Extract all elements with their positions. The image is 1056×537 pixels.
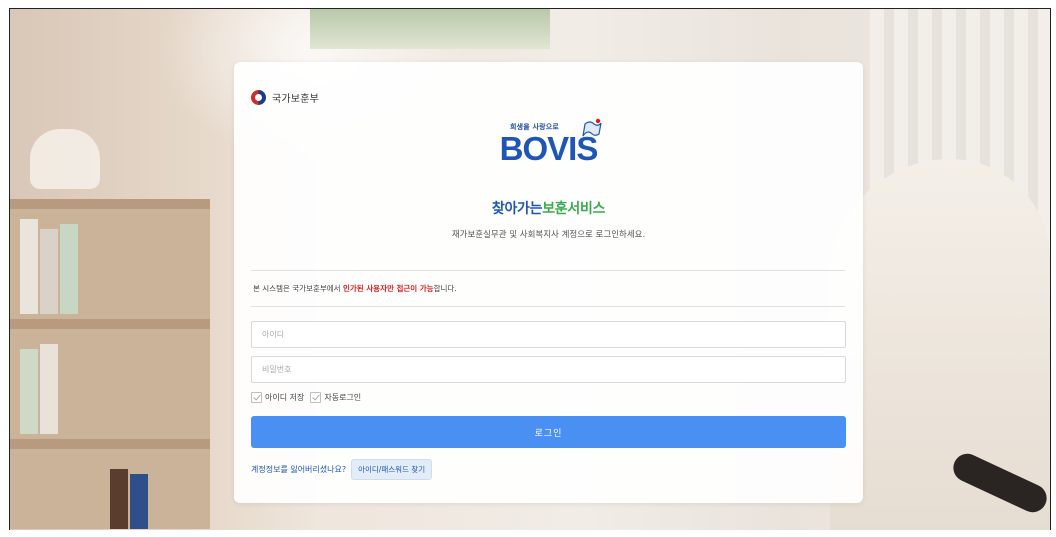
service-title: 찾아가는보훈서비스 xyxy=(234,198,863,218)
browser-viewport: 국가보훈부 희생을 사랑으로 BOVIS 찾아가는보훈서비스 재가보훈실무관 및… xyxy=(9,8,1051,530)
notice-highlight: 인가된 사용자만 접근이 가능 xyxy=(342,284,434,293)
auto-login-checkbox[interactable]: 자동로그인 xyxy=(310,392,361,403)
ministry-name: 국가보훈부 xyxy=(272,94,319,105)
background-bookshelf xyxy=(10,199,210,529)
checkbox-box[interactable] xyxy=(310,392,322,403)
book xyxy=(20,219,38,314)
book xyxy=(40,229,58,314)
ministry-logo[interactable]: 국가보훈부 xyxy=(251,90,319,105)
shelf-board xyxy=(10,199,210,209)
flag-icon xyxy=(582,118,602,137)
service-description: 재가보훈실무관 및 사회복지사 계정으로 로그인하세요. xyxy=(451,230,646,240)
book xyxy=(110,469,128,529)
shelf-board xyxy=(10,319,210,329)
login-card: 국가보훈부 희생을 사랑으로 BOVIS 찾아가는보훈서비스 재가보훈실무관 및… xyxy=(234,62,863,503)
login-button[interactable]: 로그인 xyxy=(251,416,846,448)
notice-prefix: 본 시스템은 국가보훈부에서 xyxy=(253,284,343,293)
service-title-part2: 보훈서비스 xyxy=(542,201,606,217)
divider xyxy=(251,270,845,271)
checkbox-box[interactable] xyxy=(251,392,262,403)
book xyxy=(60,224,78,314)
password-input[interactable] xyxy=(251,356,846,383)
background-person xyxy=(830,159,1050,530)
save-id-checkbox[interactable]: 아이디 저장 xyxy=(251,392,304,403)
access-notice: 본 시스템은 국가보훈부에서 인가된 사용자만 접근이 가능합니다. xyxy=(253,283,457,294)
service-logo: 희생을 사랑으로 BOVIS xyxy=(234,118,863,166)
logo-wordmark: BOVIS xyxy=(500,118,602,166)
taegeuk-emblem-icon xyxy=(251,90,266,105)
save-id-label: 아이디 저장 xyxy=(265,393,305,402)
book xyxy=(130,474,148,529)
auto-login-label: 자동로그인 xyxy=(324,393,362,402)
book xyxy=(40,344,58,434)
service-title-part1: 찾아가는 xyxy=(491,201,543,217)
find-credentials-button[interactable]: 아이디/패스워드 찾기 xyxy=(351,459,433,480)
account-recovery: 계정정보를 잃어버리셨나요? 아이디/패스워드 찾기 xyxy=(251,459,433,480)
background-lamp xyxy=(30,129,100,189)
recovery-question: 계정정보를 잃어버리셨나요? xyxy=(251,465,347,474)
notice-suffix: 합니다. xyxy=(433,284,457,293)
book xyxy=(20,349,38,434)
id-input[interactable] xyxy=(251,321,846,348)
shelf-board xyxy=(10,439,210,449)
login-options: 아이디 저장 자동로그인 xyxy=(251,392,361,403)
background-window xyxy=(310,9,550,49)
divider xyxy=(251,306,845,307)
